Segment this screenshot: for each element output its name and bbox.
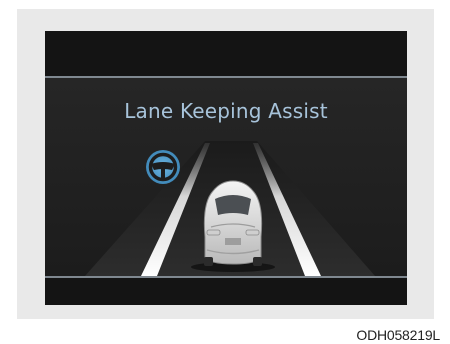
lane-scene — [85, 141, 375, 276]
instrument-cluster-display: Lane Keeping Assist — [45, 31, 407, 305]
figure-code: ODH058219L — [356, 327, 440, 343]
steering-wheel-icon — [146, 150, 180, 184]
